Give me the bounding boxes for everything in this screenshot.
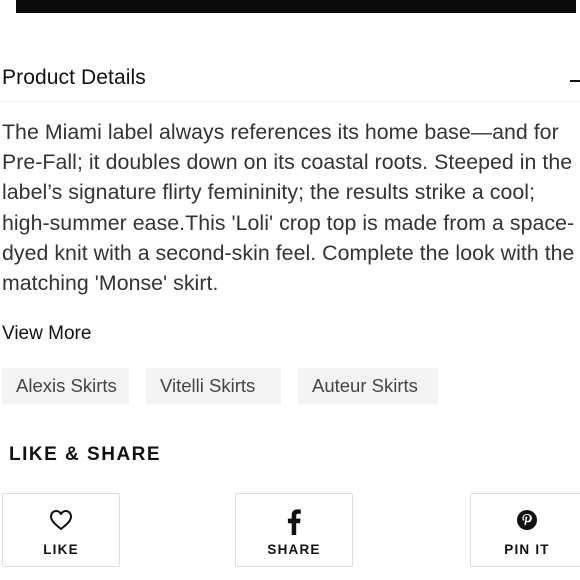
- collapse-icon[interactable]: [570, 75, 580, 83]
- facebook-share-button[interactable]: SHARE: [235, 493, 353, 567]
- product-description: The Miami label always references its ho…: [2, 120, 575, 296]
- product-details-title: Product Details: [2, 66, 146, 89]
- heart-icon: [50, 510, 72, 530]
- tag-alexis-skirts[interactable]: Alexis Skirts: [2, 368, 129, 404]
- view-more-tags: Alexis Skirts Vitelli Skirts Auteur Skir…: [2, 368, 438, 404]
- product-details-page: Product Details The Miami label always r…: [0, 0, 580, 580]
- view-more-title: View More: [2, 323, 92, 344]
- pinterest-pin-button[interactable]: PIN IT: [470, 493, 580, 567]
- tag-vitelli-skirts[interactable]: Vitelli Skirts: [146, 368, 281, 404]
- like-button[interactable]: LIKE: [2, 493, 120, 567]
- product-details-header[interactable]: Product Details: [0, 58, 580, 102]
- facebook-icon: [287, 509, 301, 535]
- like-share-title: LIKE & SHARE: [9, 444, 162, 465]
- pin-it-label: PIN IT: [504, 542, 550, 557]
- pinterest-icon: [517, 510, 537, 530]
- tag-auteur-skirts[interactable]: Auteur Skirts: [298, 368, 438, 404]
- like-label: LIKE: [43, 542, 79, 557]
- top-bar: [16, 0, 576, 13]
- share-label: SHARE: [267, 542, 321, 557]
